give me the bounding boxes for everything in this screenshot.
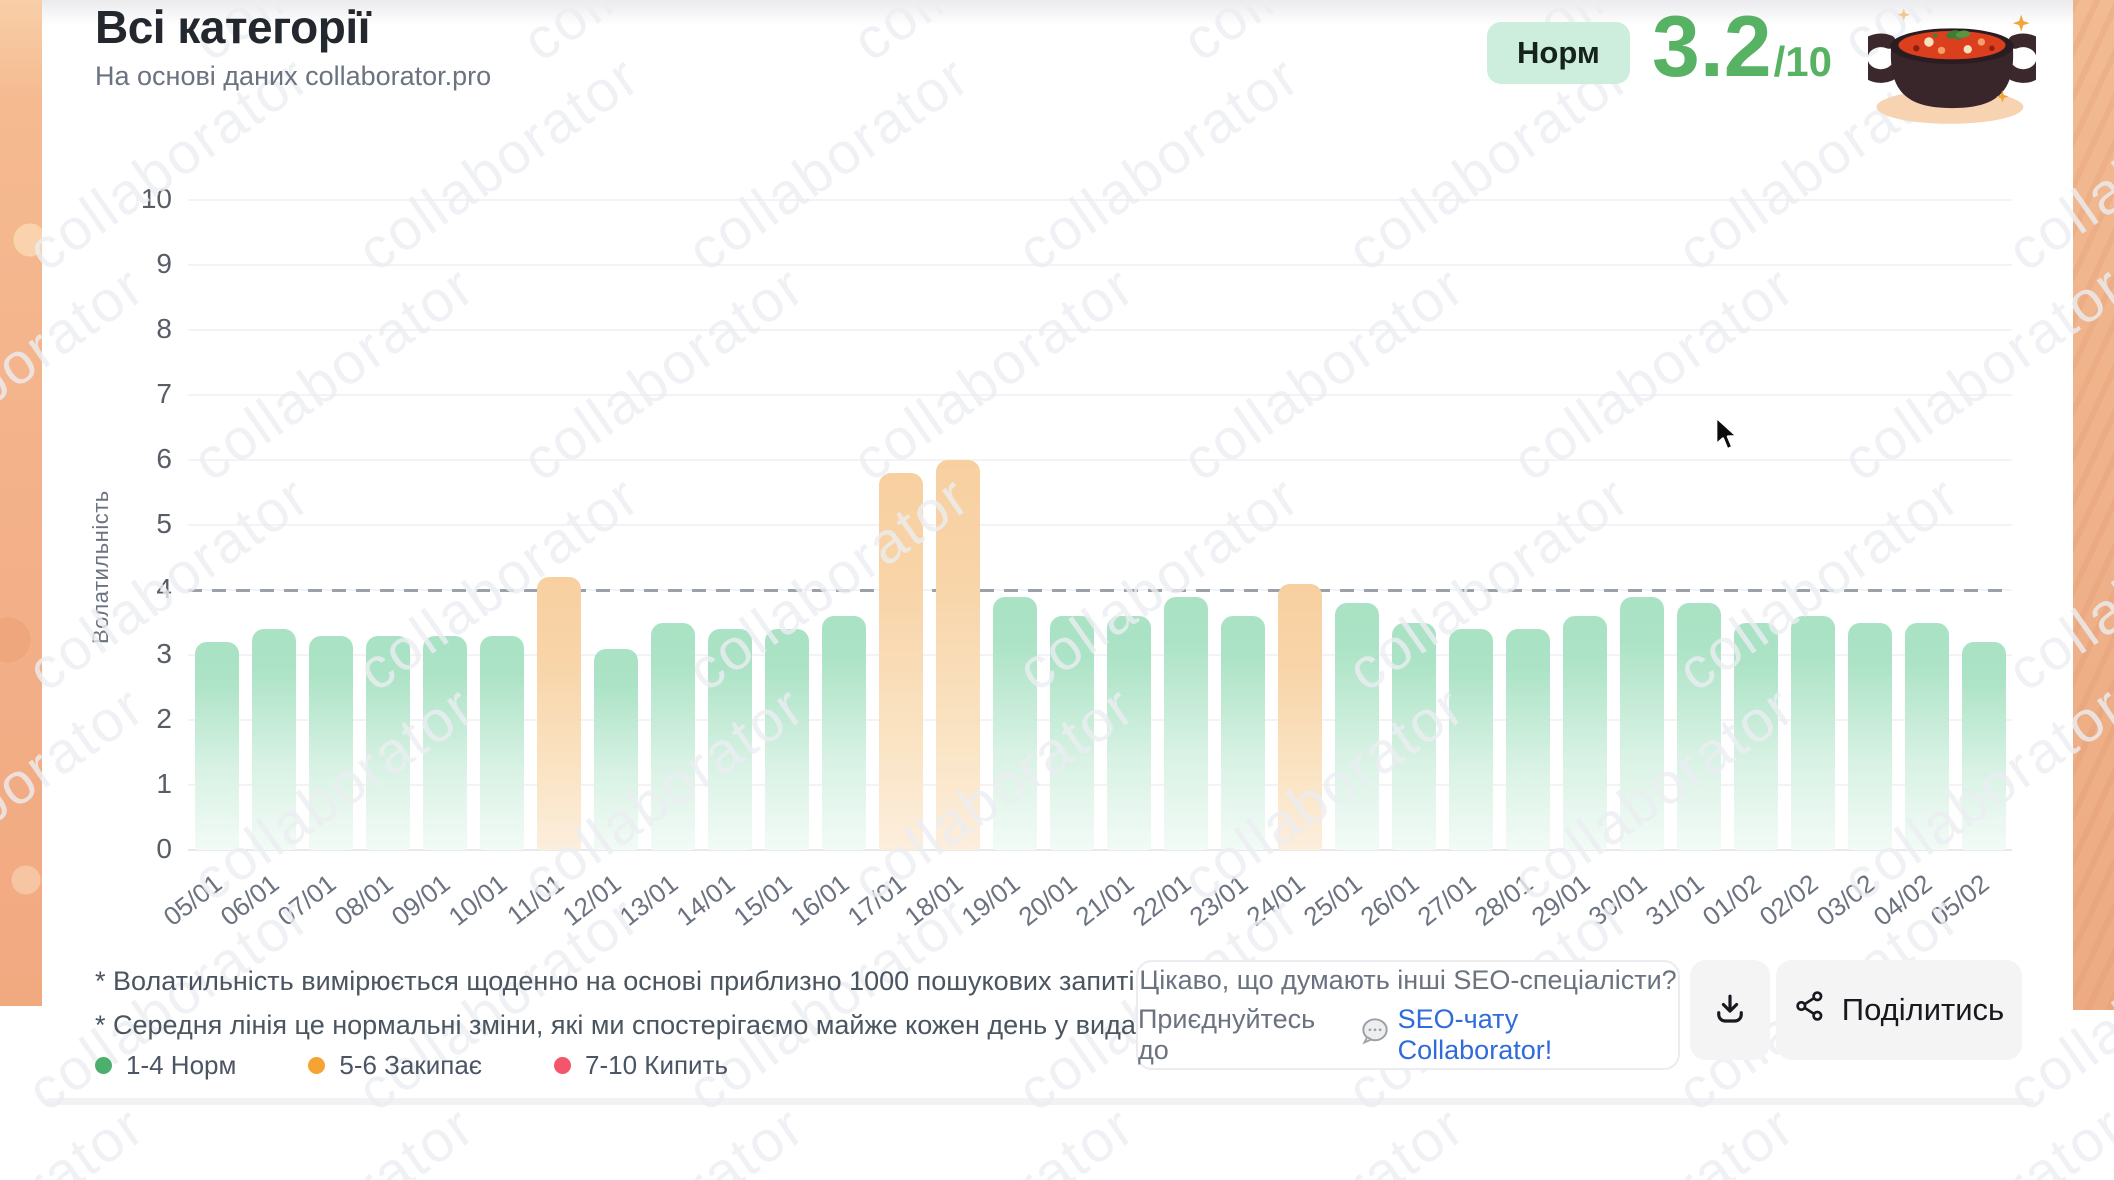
legend-label: 7-10 Кипить: [585, 1050, 728, 1081]
chart-bar[interactable]: [366, 636, 410, 851]
gridline: [188, 394, 2012, 396]
watermark-text: collaborator: [1500, 1092, 1806, 1180]
share-button-label: Поділитись: [1842, 992, 2004, 1028]
status-badge: Норм: [1487, 22, 1630, 84]
gridline: [188, 264, 2012, 266]
y-axis-tick-label: 3: [112, 638, 172, 670]
borscht-pot-icon: [1868, 0, 2036, 133]
chart-bar[interactable]: [1848, 623, 1892, 851]
download-icon: [1712, 991, 1748, 1030]
average-dashed-line: [188, 589, 2012, 592]
footer-divider: [46, 1098, 2034, 1105]
cta-question: Цікаво, що думають інші SEO-спеціалісти?: [1139, 965, 1676, 996]
share-nodes-icon: [1794, 990, 1826, 1030]
chart-bar[interactable]: [822, 616, 866, 850]
legend-item-boiling-up: 5-6 Закипає: [308, 1050, 482, 1081]
volatility-score: 3.2 /10: [1652, 2, 1832, 92]
chart-bar[interactable]: [1962, 642, 2006, 850]
gridline: [188, 524, 2012, 526]
orange-dot-icon: [308, 1057, 325, 1074]
chart-bar[interactable]: [1506, 629, 1550, 850]
volatility-report-page: Волатильність 01234567891005/0106/0107/0…: [0, 0, 2114, 1180]
chart-bar[interactable]: [1791, 616, 1835, 850]
share-button[interactable]: Поділитись: [1776, 960, 2022, 1060]
y-axis-tick-label: 7: [112, 378, 172, 410]
gridline: [188, 329, 2012, 331]
cta-invite: Приєднуйтесь до SEO-чату Collaborator!: [1138, 1004, 1678, 1066]
seo-chat-link[interactable]: SEO-чату Collaborator!: [1398, 1004, 1678, 1066]
chat-bubble-icon: [1360, 1017, 1390, 1052]
page-subtitle: На основі даних collaborator.pro: [95, 61, 491, 92]
report-header: Всі категорії На основі даних collaborat…: [95, 2, 491, 92]
seo-chat-cta-card: Цікаво, що думають інші SEO-спеціалісти?…: [1136, 960, 1680, 1070]
gridline: [188, 199, 2012, 201]
chart-footnotes: * Волатильність вимірюється щоденно на о…: [95, 966, 1156, 1054]
chart-bar[interactable]: [1563, 616, 1607, 850]
cta-invite-prefix: Приєднуйтесь до: [1138, 1004, 1352, 1066]
chart-bar[interactable]: [936, 460, 980, 850]
y-axis-tick-label: 10: [112, 183, 172, 215]
chart-bar[interactable]: [1449, 629, 1493, 850]
watermark-text: collaborator: [1830, 1092, 2114, 1180]
chart-bar[interactable]: [423, 636, 467, 851]
chart-bar[interactable]: [480, 636, 524, 851]
chart-bar[interactable]: [309, 636, 353, 851]
chart-bar[interactable]: [1677, 603, 1721, 850]
chart-bar[interactable]: [1164, 597, 1208, 851]
y-axis-tick-label: 9: [112, 248, 172, 280]
chart-bar[interactable]: [1905, 623, 1949, 851]
chart-bar[interactable]: [594, 649, 638, 851]
y-axis-title: Волатильність: [88, 424, 114, 644]
chart-legend: 1-4 Норм 5-6 Закипає 7-10 Кипить: [95, 1050, 728, 1081]
footnote-average-line: * Середня лінія це нормальні зміни, які …: [95, 1010, 1156, 1041]
y-axis-tick-label: 2: [112, 703, 172, 735]
score-max: /10: [1774, 38, 1832, 86]
chart-bar[interactable]: [1620, 597, 1664, 851]
chart-bar[interactable]: [765, 629, 809, 850]
watermark-text: collaborator: [1170, 1092, 1476, 1180]
chart-bar[interactable]: [1392, 623, 1436, 851]
watermark-text: collaborator: [840, 1092, 1146, 1180]
chart-bar[interactable]: [993, 597, 1037, 851]
green-dot-icon: [95, 1057, 112, 1074]
chart-bar[interactable]: [1734, 623, 1778, 851]
chart-bar[interactable]: [1107, 616, 1151, 850]
y-axis-tick-label: 5: [112, 508, 172, 540]
legend-item-norm: 1-4 Норм: [95, 1050, 236, 1081]
gridline: [188, 459, 2012, 461]
y-axis-tick-label: 1: [112, 768, 172, 800]
chart-bar[interactable]: [1278, 584, 1322, 851]
score-value: 3.2: [1652, 2, 1772, 92]
y-axis-tick-label: 6: [112, 443, 172, 475]
chart-bar[interactable]: [1335, 603, 1379, 850]
y-axis-tick-label: 4: [112, 573, 172, 605]
legend-item-boiling: 7-10 Кипить: [554, 1050, 728, 1081]
watermark-text: collaborator: [180, 1092, 486, 1180]
volatility-bar-chart: Волатильність 01234567891005/0106/0107/0…: [0, 0, 2114, 960]
y-axis-tick-label: 8: [112, 313, 172, 345]
chart-bar[interactable]: [708, 629, 752, 850]
watermark-text: collaborator: [0, 1092, 157, 1180]
chart-bar[interactable]: [651, 623, 695, 851]
chart-bar[interactable]: [879, 473, 923, 850]
page-title: Всі категорії: [95, 2, 491, 53]
red-dot-icon: [554, 1057, 571, 1074]
legend-label: 1-4 Норм: [126, 1050, 236, 1081]
chart-bar[interactable]: [195, 642, 239, 850]
download-button[interactable]: [1690, 960, 1770, 1060]
y-axis-tick-label: 0: [112, 833, 172, 865]
chart-bar[interactable]: [252, 629, 296, 850]
watermark-text: collaborator: [510, 1092, 816, 1180]
footnote-measurement: * Волатильність вимірюється щоденно на о…: [95, 966, 1156, 997]
legend-label: 5-6 Закипає: [339, 1050, 482, 1081]
chart-bar[interactable]: [537, 577, 581, 850]
chart-bar[interactable]: [1221, 616, 1265, 850]
chart-bar[interactable]: [1050, 616, 1094, 850]
